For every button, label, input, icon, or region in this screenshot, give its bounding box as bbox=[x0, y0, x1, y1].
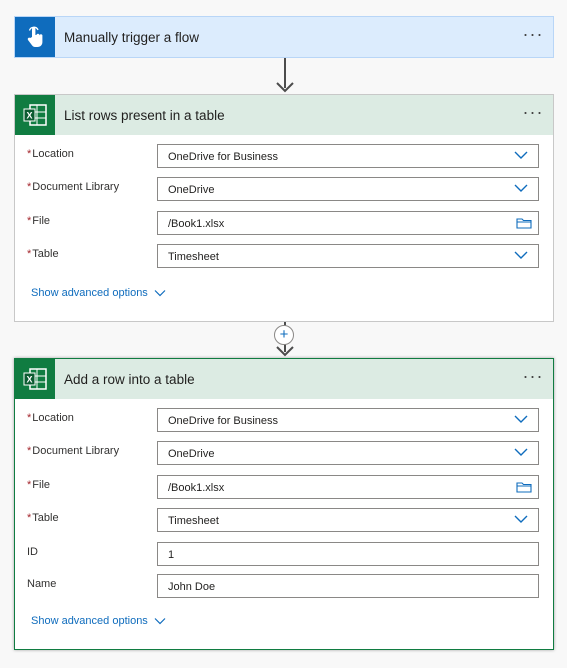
file-row: *File /Book1.xlsx bbox=[27, 475, 539, 501]
chevron-down-icon bbox=[514, 184, 528, 192]
chevron-down-icon bbox=[514, 415, 528, 423]
document-library-row: *Document Library OneDrive bbox=[27, 177, 539, 203]
location-row: *Location OneDrive for Business bbox=[27, 144, 539, 170]
show-advanced-options-label: Show advanced options bbox=[31, 615, 148, 627]
chevron-down-icon bbox=[154, 290, 166, 297]
step-title: List rows present in a table bbox=[64, 107, 225, 123]
step-more-menu-icon[interactable]: ··· bbox=[513, 367, 553, 387]
folder-icon[interactable] bbox=[516, 481, 532, 493]
svg-text:X: X bbox=[26, 375, 32, 385]
chevron-down-icon bbox=[514, 515, 528, 523]
file-label: File bbox=[32, 479, 51, 491]
id-label: ID bbox=[27, 546, 38, 558]
show-advanced-options-label: Show advanced options bbox=[31, 287, 148, 299]
excel-icon: X bbox=[15, 95, 55, 135]
location-value: OneDrive for Business bbox=[168, 151, 279, 163]
location-label: Location bbox=[32, 148, 74, 160]
table-dropdown[interactable]: Timesheet bbox=[157, 508, 539, 532]
file-value: /Book1.xlsx bbox=[168, 482, 225, 494]
id-row: ID 1 bbox=[27, 542, 539, 568]
document-library-value: OneDrive bbox=[168, 448, 215, 460]
name-value: John Doe bbox=[168, 581, 216, 593]
location-dropdown[interactable]: OneDrive for Business bbox=[157, 408, 539, 432]
file-row: *File /Book1.xlsx bbox=[27, 211, 539, 237]
table-row: *Table Timesheet bbox=[27, 508, 539, 534]
document-library-label: Document Library bbox=[32, 181, 120, 193]
table-label: Table bbox=[32, 512, 59, 524]
chevron-down-icon bbox=[514, 151, 528, 159]
trigger-title: Manually trigger a flow bbox=[64, 29, 200, 45]
location-dropdown[interactable]: OneDrive for Business bbox=[157, 144, 539, 168]
location-row: *Location OneDrive for Business bbox=[27, 408, 539, 434]
show-advanced-options-link[interactable]: Show advanced options bbox=[31, 287, 166, 299]
table-label: Table bbox=[32, 248, 59, 260]
step-card-add-row[interactable]: X Add a row into a table ··· *Location O… bbox=[14, 358, 554, 650]
trigger-more-menu-icon[interactable]: ··· bbox=[513, 25, 553, 45]
document-library-row: *Document Library OneDrive bbox=[27, 441, 539, 467]
chevron-down-icon bbox=[514, 251, 528, 259]
insert-step-button[interactable]: + bbox=[274, 325, 294, 345]
step-title: Add a row into a table bbox=[64, 371, 195, 387]
file-value: /Book1.xlsx bbox=[168, 218, 225, 230]
name-input[interactable]: John Doe bbox=[157, 574, 539, 598]
location-value: OneDrive for Business bbox=[168, 415, 279, 427]
table-value: Timesheet bbox=[168, 515, 219, 527]
document-library-label: Document Library bbox=[32, 445, 120, 457]
id-value: 1 bbox=[168, 549, 175, 561]
chevron-down-icon bbox=[154, 618, 166, 625]
table-value: Timesheet bbox=[168, 251, 219, 263]
touch-trigger-icon bbox=[15, 17, 55, 57]
folder-icon[interactable] bbox=[516, 217, 532, 229]
chevron-down-icon bbox=[514, 448, 528, 456]
table-row: *Table Timesheet bbox=[27, 244, 539, 270]
file-picker-field[interactable]: /Book1.xlsx bbox=[157, 475, 539, 499]
arrow-down-icon bbox=[276, 82, 294, 93]
table-dropdown[interactable]: Timesheet bbox=[157, 244, 539, 268]
name-row: Name John Doe bbox=[27, 574, 539, 600]
svg-text:X: X bbox=[26, 111, 32, 121]
show-advanced-options-link[interactable]: Show advanced options bbox=[31, 615, 166, 627]
arrow-down-icon bbox=[276, 346, 294, 357]
document-library-dropdown[interactable]: OneDrive bbox=[157, 441, 539, 465]
name-label: Name bbox=[27, 578, 57, 590]
document-library-dropdown[interactable]: OneDrive bbox=[157, 177, 539, 201]
file-label: File bbox=[32, 215, 51, 227]
trigger-card[interactable]: Manually trigger a flow ··· bbox=[14, 16, 554, 58]
file-picker-field[interactable]: /Book1.xlsx bbox=[157, 211, 539, 235]
id-input[interactable]: 1 bbox=[157, 542, 539, 566]
step-more-menu-icon[interactable]: ··· bbox=[513, 103, 553, 123]
document-library-value: OneDrive bbox=[168, 184, 215, 196]
location-label: Location bbox=[32, 412, 74, 424]
excel-icon: X bbox=[15, 359, 55, 399]
step-card-list-rows[interactable]: X List rows present in a table ··· *Loca… bbox=[14, 94, 554, 322]
